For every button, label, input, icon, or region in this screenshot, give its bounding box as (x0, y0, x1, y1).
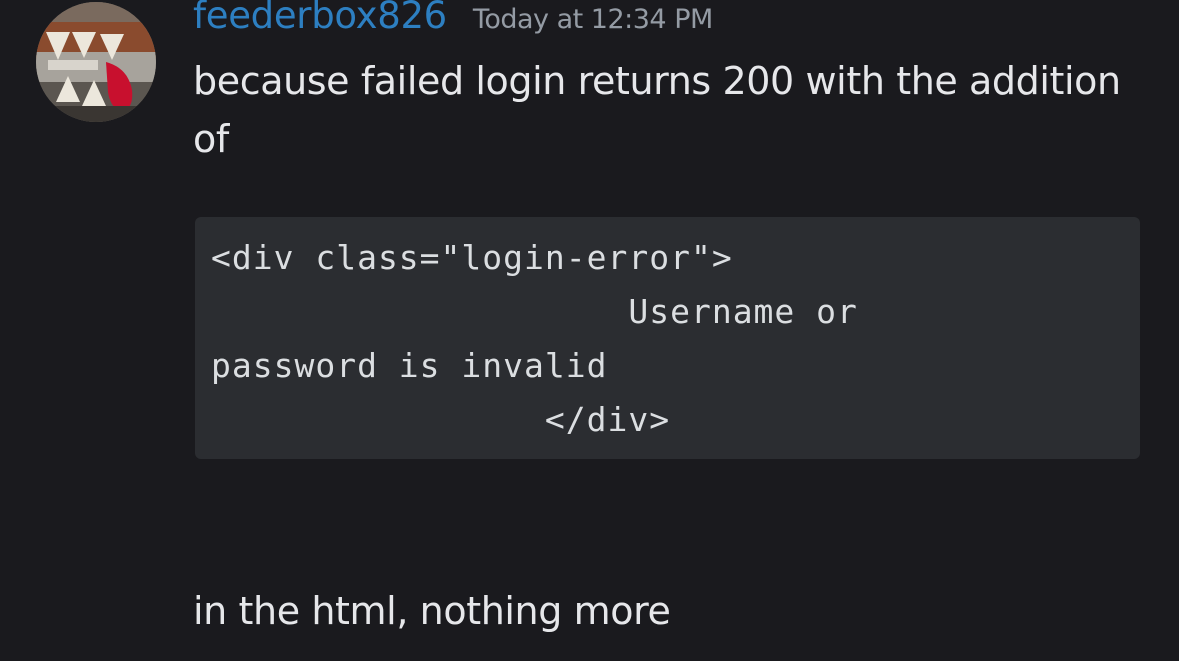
code-content: <div class="login-error"> Username or pa… (211, 238, 858, 439)
message-text-continued: in the html, nothing more (193, 589, 671, 633)
message-header: feederbox826 Today at 12:34 PM (193, 0, 713, 50)
timestamp[interactable]: Today at 12:34 PM (473, 4, 713, 35)
message-text: because failed login returns 200 with th… (193, 59, 1121, 161)
code-block: <div class="login-error"> Username or pa… (195, 217, 1140, 459)
crochet-monster-avatar-icon (36, 2, 156, 122)
username[interactable]: feederbox826 (193, 0, 447, 37)
chat-message: feederbox826 Today at 12:34 PM because f… (0, 0, 1179, 661)
user-avatar[interactable] (36, 2, 156, 122)
